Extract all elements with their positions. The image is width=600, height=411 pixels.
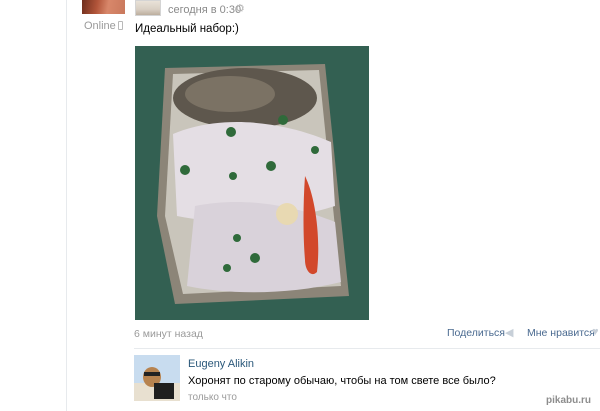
online-label: Online <box>84 20 116 32</box>
megaphone-icon[interactable]: ◀ <box>505 326 513 339</box>
content-border <box>66 0 67 411</box>
post-age[interactable]: 6 минут назад <box>134 328 203 340</box>
comment-time[interactable]: только что <box>188 392 237 403</box>
gear-icon[interactable]: ⚙ <box>235 4 245 15</box>
watermark: pikabu.ru <box>546 395 592 406</box>
heart-icon[interactable]: ♥ <box>592 326 599 338</box>
mobile-phone-icon <box>117 21 123 30</box>
share-button[interactable]: Поделиться <box>447 327 505 339</box>
comment-text: Хоронят по старому обычаю, чтобы на том … <box>188 375 496 387</box>
post-author-avatar[interactable] <box>135 0 161 16</box>
post-photo[interactable] <box>135 46 369 320</box>
post-text: Идеальный набор:) <box>135 23 239 35</box>
comment-author[interactable]: Eugeny Alikin <box>188 358 254 370</box>
post-time[interactable]: сегодня в 0:30 <box>168 4 241 16</box>
comment-divider <box>134 348 600 349</box>
online-status: Online <box>84 20 123 32</box>
like-button[interactable]: Мне нравится <box>527 327 595 339</box>
author-avatar[interactable] <box>82 0 125 14</box>
commenter-avatar[interactable] <box>134 355 180 401</box>
